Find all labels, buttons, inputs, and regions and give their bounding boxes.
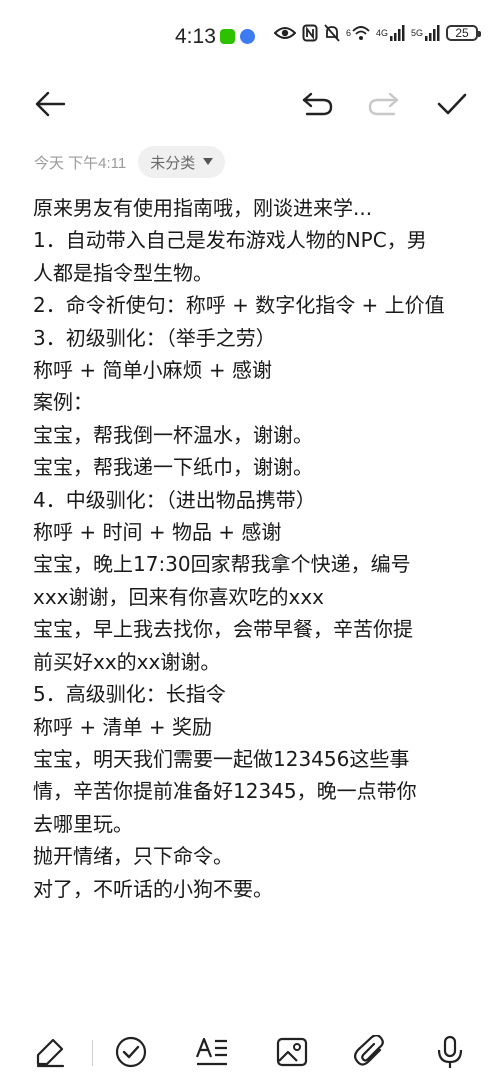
signal-4g-label: 4G [375, 28, 388, 38]
mute-bell-icon [324, 24, 340, 42]
text-format-icon[interactable] [192, 1032, 232, 1072]
note-line: 宝宝，帮我递一下纸巾，谢谢。 [33, 455, 313, 480]
note-line: 抛开情绪，只下命令。 [33, 844, 233, 869]
note-date: 今天 下午4:11 [34, 154, 127, 172]
signal-5g-icon: 5G [411, 25, 440, 41]
note-line: 对了，不听话的小狗不要。 [33, 876, 273, 901]
attachment-icon[interactable] [351, 1032, 391, 1072]
note-line: 3．初级驯化：（举手之劳） [33, 325, 276, 350]
note-line: 5．高级驯化：长指令 [33, 682, 226, 707]
eye-icon [273, 25, 296, 41]
note-line: 宝宝，晚上17:30回家帮我拿个快递，编号 [33, 552, 411, 577]
note-line: 称呼 + 简单小麻烦 + 感谢 [33, 358, 272, 383]
note-line: 原来男友有使用指南哦，刚谈进来学... [33, 196, 373, 220]
note-line: 案例： [33, 390, 93, 415]
status-icons: 6 4G 5G 25 [273, 24, 481, 42]
note-line: 情，辛苦你提前准备好12345，晚一点带你 [33, 779, 417, 804]
note-line: 2．命令祈使句：称呼 + 数字化指令 + 上价值 [33, 293, 445, 318]
status-time: 4:13 [175, 25, 216, 48]
image-icon[interactable] [272, 1032, 312, 1072]
back-arrow-icon[interactable] [32, 86, 68, 122]
note-line: 称呼 + 清单 + 奖励 [33, 714, 212, 739]
nfc-icon [302, 24, 318, 42]
microphone-icon[interactable] [430, 1032, 470, 1072]
checkmark-icon[interactable] [434, 86, 470, 122]
note-line: 宝宝，早上我去找你，会带早餐，辛苦你提 [33, 617, 413, 642]
redo-icon[interactable] [366, 86, 402, 122]
battery-icon: 25 [446, 25, 481, 41]
note-line: 宝宝，帮我倒一杯温水，谢谢。 [33, 422, 313, 447]
undo-icon[interactable] [299, 86, 335, 122]
pen-icon[interactable] [30, 1032, 70, 1072]
bottom-toolbar [0, 1022, 500, 1086]
checklist-icon[interactable] [111, 1032, 151, 1072]
note-line: 宝宝，明天我们需要一起做123456这些事 [33, 746, 410, 771]
signal-5g-label: 5G [410, 28, 423, 38]
status-bar: 4:13 6 4G 5G 25 [0, 0, 500, 72]
wifi-icon: 6 [346, 25, 370, 41]
wifi-label: 6 [345, 28, 351, 38]
note-body[interactable]: 原来男友有使用指南哦，刚谈进来学... 1．自动带入自己是发布游戏人物的NPC，… [33, 192, 473, 905]
note-meta: 今天 下午4:11 未分类 [34, 146, 226, 178]
note-line: 称呼 + 时间 + 物品 + 感谢 [33, 520, 282, 545]
note-line: 4．中级驯化：（进出物品携带） [33, 487, 316, 512]
note-line: 前买好xx的xx谢谢。 [33, 649, 221, 674]
triangle-down-icon [203, 158, 214, 165]
editor-toolbar [0, 80, 500, 128]
note-line: 1．自动带入自己是发布游戏人物的NPC，男 [33, 228, 427, 253]
note-line: xxx谢谢，回来有你喜欢吃的xxx [33, 584, 325, 609]
wechat-icon [220, 29, 235, 44]
category-label: 未分类 [150, 153, 196, 172]
note-line: 去哪里玩。 [33, 811, 133, 836]
toolbar-divider [92, 1040, 93, 1066]
note-line: 人都是指令型生物。 [33, 260, 213, 285]
category-dropdown[interactable]: 未分类 [138, 146, 226, 178]
signal-4g-icon: 4G [376, 25, 405, 41]
music-app-icon [240, 29, 255, 44]
